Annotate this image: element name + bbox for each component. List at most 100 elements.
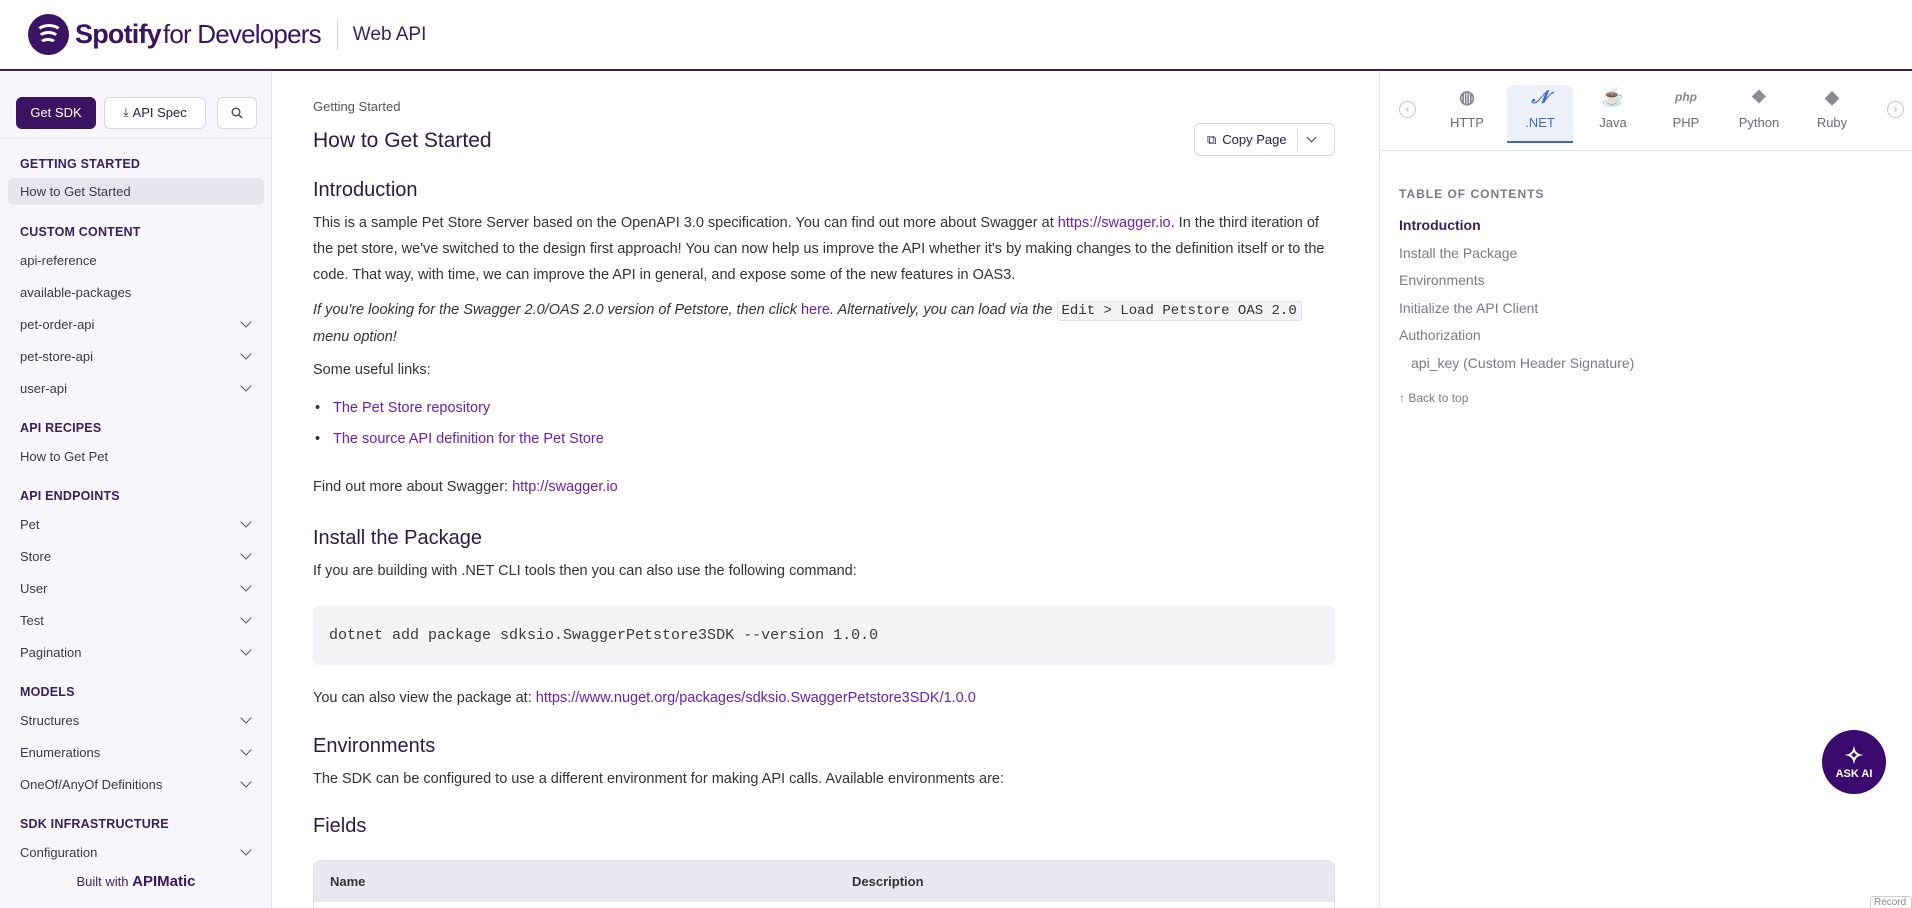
fields-table: Name Description [313,860,1335,908]
sidebar-item-pet[interactable]: Pet [0,511,272,537]
sidebar-heading-models: MODELS [20,685,75,699]
sidebar-item-test[interactable]: Test [0,607,272,633]
sidebar-item-label: pet-order-api [20,316,95,332]
sidebar-item-available-packages[interactable]: available-packages [0,279,272,305]
install-code-block[interactable]: dotnet add package sdksio.SwaggerPetstor… [313,606,1335,665]
pet-store-repo-link[interactable]: The Pet Store repository [333,400,490,416]
language-tab-python[interactable]: ❖ Python [1726,85,1792,143]
sidebar-heading-api-recipes: API RECIPES [20,421,102,435]
nuget-link[interactable]: https://www.nuget.org/packages/sdksio.Sw… [536,690,976,706]
sidebar-actions: Get SDK ⤓ API Spec [0,71,271,139]
inline-code: Edit > Load Petstore OAS 2.0 [1056,301,1302,321]
left-sidebar: Get SDK ⤓ API Spec GETTING STARTED How to… [0,71,272,908]
language-tab-http[interactable]: ◍ HTTP [1434,85,1500,143]
toc-item[interactable]: Environments [1399,272,1485,288]
language-label: PHP [1672,115,1700,130]
sidebar-item-structures[interactable]: Structures [0,707,272,733]
swagger-io-link[interactable]: http://swagger.io [512,479,618,495]
ruby-icon: ◆ [1825,86,1839,107]
sidebar-item-label: How to Get Pet [20,448,109,464]
sidebar-item-oneof-anyof-definitions[interactable]: OneOf/AnyOf Definitions [0,771,272,797]
chevron-down-icon[interactable] [240,744,252,756]
here-link[interactable]: here [801,302,830,318]
sidebar-item-label: Structures [20,712,80,728]
language-tab-net[interactable]: 𝒩 .NET [1507,85,1573,143]
page-title: How to Get Started [313,129,492,152]
chevron-down-icon[interactable] [240,580,252,592]
php-icon: php [1675,90,1697,104]
language-selector: ‹ ◍ HTTP 𝒩 .NET ☕ Java php PHP ❖ Python ◆ Ruby › [1381,71,1912,151]
ask-ai-button[interactable]: ✧ ASK AI [1822,730,1886,794]
built-with[interactable]: Built with APIMatic [0,873,272,890]
oas2-paragraph: If you're looking for the Swagger 2.0/OA… [313,297,1343,350]
sidebar-item-label: user-api [20,380,67,396]
sidebar-item-how-to-get-started[interactable]: How to Get Started [8,178,264,205]
language-tab-ruby[interactable]: ◆ Ruby [1799,85,1865,143]
language-label: Java [1599,115,1627,130]
brand-sub: for Developers [162,19,322,49]
chevron-down-icon[interactable] [240,316,252,328]
sidebar-item-user[interactable]: User [0,575,272,601]
sidebar-item-pagination[interactable]: Pagination [0,639,272,665]
sidebar-item-label: OneOf/AnyOf Definitions [20,776,163,792]
chevron-right-icon[interactable]: › [1887,101,1904,118]
spotify-icon [28,14,69,55]
column-description: Description [852,874,924,889]
sidebar-item-enumerations[interactable]: Enumerations [0,739,272,765]
language-tab-php[interactable]: php PHP [1653,85,1719,143]
sidebar-item-label: Test [20,612,44,628]
chevron-down-icon[interactable] [240,776,252,788]
sidebar-item-label: Configuration [20,844,98,860]
chevron-down-icon[interactable] [240,516,252,528]
chevron-down-icon[interactable] [1306,132,1317,143]
toc-item[interactable]: Introduction [1399,217,1481,233]
globe-icon: ◍ [1459,86,1475,107]
copy-page-label: Copy Page [1222,132,1287,147]
chevron-down-icon[interactable] [240,644,252,656]
sidebar-item-api-reference[interactable]: api-reference [0,247,272,273]
language-tab-java[interactable]: ☕ Java [1580,85,1646,143]
useful-links-label: Some useful links: [313,362,431,378]
sidebar-item-pet-order-api[interactable]: pet-order-api [0,311,272,337]
language-label: HTTP [1450,115,1484,130]
sidebar-item-how-to-get-pet[interactable]: How to Get Pet [0,443,272,469]
back-to-top-link[interactable]: ↑ Back to top [1399,391,1468,405]
sidebar-item-user-api[interactable]: user-api [0,375,272,401]
sidebar-heading-getting-started: GETTING STARTED [20,157,141,171]
sidebar-item-pet-store-api[interactable]: pet-store-api [0,343,272,369]
api-definition-link[interactable]: The source API definition for the Pet St… [333,431,604,447]
chevron-down-icon[interactable] [240,348,252,360]
toc-item[interactable]: api_key (Custom Header Signature) [1411,355,1634,371]
chevron-down-icon[interactable] [240,712,252,724]
chevron-left-icon[interactable]: ‹ [1399,101,1416,118]
api-spec-button[interactable]: ⤓ API Spec [104,96,206,129]
toc-item[interactable]: Install the Package [1399,245,1517,261]
toc-item[interactable]: Initialize the API Client [1399,300,1538,316]
brand-name: Spotify [75,19,162,49]
sidebar-item-label: Store [20,548,52,564]
breadcrumb[interactable]: Getting Started [313,99,400,114]
sidebar-heading-api-endpoints: API ENDPOINTS [20,489,120,503]
chevron-down-icon[interactable] [240,548,252,560]
section-heading-fields: Fields [313,815,367,837]
sidebar-item-label: Enumerations [20,744,101,760]
apimatic-brand: APIMatic [132,873,196,890]
sparkle-icon: ✧ [1844,743,1864,768]
spotify-logo[interactable]: Spotify for Developers [28,14,322,55]
sidebar-item-label: pet-store-api [20,348,93,364]
swagger-link[interactable]: https://swagger.io [1058,215,1171,231]
list-item: The Pet Store repository [313,400,913,416]
chevron-down-icon[interactable] [240,612,252,624]
sidebar-item-configuration[interactable]: Configuration [0,839,272,865]
sidebar-item-store[interactable]: Store [0,543,272,569]
record-badge[interactable]: Record [1870,896,1912,908]
chevron-down-icon[interactable] [240,844,252,856]
chevron-down-icon[interactable] [240,380,252,392]
toc-item[interactable]: Authorization [1399,327,1481,343]
search-button[interactable] [217,96,257,129]
language-label: Python [1738,115,1780,130]
get-sdk-button[interactable]: Get SDK [16,96,96,129]
copy-page-button[interactable]: ⧉ Copy Page [1194,123,1335,156]
python-icon: ❖ [1750,86,1768,107]
header-title: Web API [352,23,427,45]
